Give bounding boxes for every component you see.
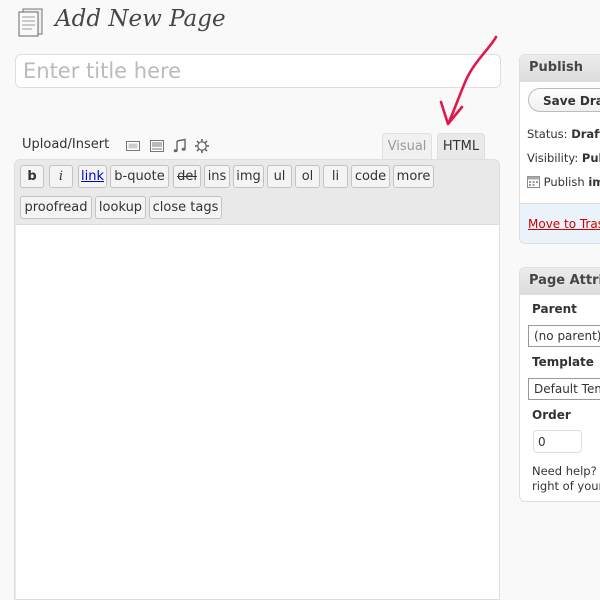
video-icon[interactable] [149, 138, 165, 154]
visibility-value: Public [581, 151, 600, 165]
order-label: Order [532, 408, 571, 422]
template-select[interactable]: Default Template [528, 378, 600, 400]
quicktag-ins-button[interactable]: ins [204, 165, 230, 188]
quicktag-link-button[interactable]: link [78, 165, 107, 188]
quicktag-del-button[interactable]: del [173, 165, 201, 188]
quicktag-proofread-button[interactable]: proofread [20, 196, 92, 219]
quicktag-lookup-button[interactable]: lookup [95, 196, 146, 219]
quicktag-bold-button[interactable]: b [20, 165, 44, 188]
publish-label: Publish [543, 175, 585, 189]
template-label: Template [532, 355, 594, 369]
page-icon [18, 8, 43, 37]
page-title: Add New Page [55, 6, 226, 32]
upload-insert-label: Upload/Insert [22, 137, 110, 152]
media-icon[interactable] [194, 138, 210, 154]
quicktag-img-button[interactable]: img [233, 165, 264, 188]
title-input[interactable] [15, 54, 501, 88]
quicktag-close-tags-button[interactable]: close tags [149, 196, 222, 219]
publish-actions: Move to Trash [520, 203, 600, 243]
order-input[interactable] [533, 430, 582, 453]
quicktag-blockquote-button[interactable]: b-quote [110, 165, 169, 188]
publish-box-title: Publish [520, 55, 600, 82]
help-text-line-2: right of your screen. [532, 479, 600, 493]
publish-value: immediately [588, 175, 600, 189]
quicktag-ol-button[interactable]: ol [295, 165, 320, 188]
status-label: Status: [527, 127, 568, 141]
editor-container: b i link b-quote del ins img ul ol li co… [14, 159, 500, 600]
save-draft-button[interactable]: Save Draft [528, 88, 600, 112]
quicktag-li-button[interactable]: li [323, 165, 348, 188]
parent-select[interactable]: (no parent) [528, 325, 600, 347]
help-text-line-1: Need help? Use the Help tab in the upper [532, 464, 600, 478]
status-value: Draft [571, 127, 600, 141]
quicktag-code-button[interactable]: code [351, 165, 390, 188]
tab-visual[interactable]: Visual [382, 133, 432, 160]
image-icon[interactable] [125, 138, 141, 154]
visibility-label: Visibility: [527, 151, 579, 165]
page-attributes-title: Page Attributes [520, 268, 600, 295]
parent-label: Parent [532, 302, 577, 316]
publish-schedule-line: Publish immediately [527, 175, 600, 189]
quicktag-italic-button[interactable]: i [49, 165, 73, 188]
calendar-icon [527, 176, 540, 188]
tab-html[interactable]: HTML [437, 133, 485, 160]
status-line: Status: Draft [527, 127, 600, 141]
visibility-line: Visibility: Public [527, 151, 600, 165]
quicktag-ul-button[interactable]: ul [267, 165, 292, 188]
audio-icon[interactable] [172, 138, 188, 154]
quicktag-more-button[interactable]: more [393, 165, 434, 188]
move-to-trash-link[interactable]: Move to Trash [528, 217, 600, 231]
content-textarea[interactable] [16, 224, 499, 599]
publish-box: Publish Save Draft Status: Draft Visibil… [519, 54, 600, 244]
page-attributes-box: Page Attributes Parent (no parent) Templ… [519, 267, 600, 502]
